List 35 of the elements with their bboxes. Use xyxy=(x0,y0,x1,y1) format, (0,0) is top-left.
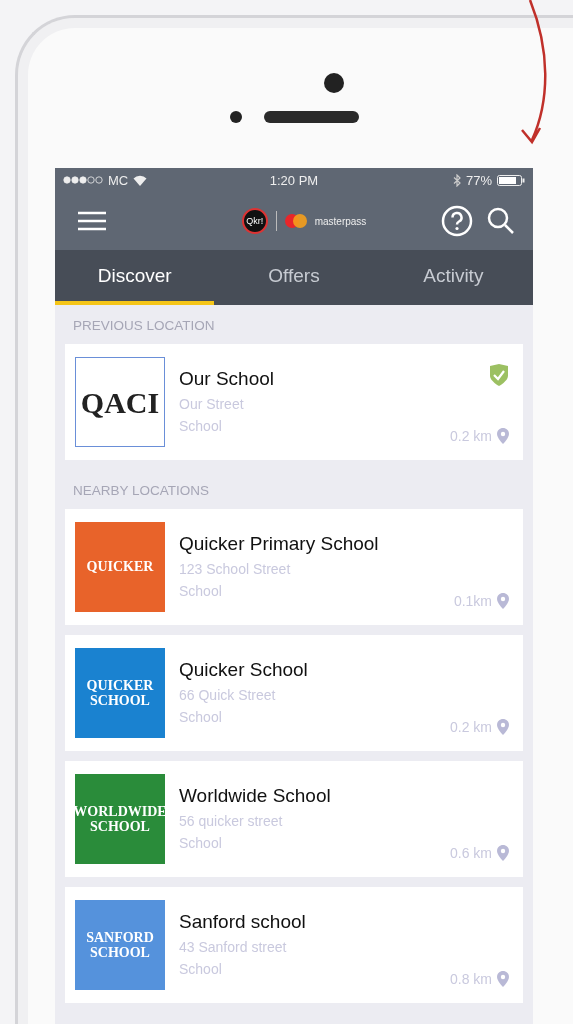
bluetooth-icon xyxy=(452,173,461,187)
clock-time: 1:20 PM xyxy=(269,172,319,188)
wifi-icon xyxy=(133,174,148,186)
location-name: Quicker School xyxy=(179,659,309,681)
location-pin-icon xyxy=(497,593,509,609)
school-logo: QUICKER xyxy=(75,522,165,612)
location-pin-icon xyxy=(497,971,509,987)
school-logo: QUICKER SCHOOL xyxy=(75,648,165,738)
location-pin-icon xyxy=(497,845,509,861)
camera-icon xyxy=(324,73,344,93)
battery-icon xyxy=(497,174,525,186)
location-name: Quicker Primary School xyxy=(179,533,380,555)
location-name: Worldwide School xyxy=(179,785,332,807)
partner-logo: masterpass xyxy=(314,215,367,227)
location-pin-icon xyxy=(497,428,509,444)
school-logo: WORLDWIDE SCHOOL xyxy=(75,774,165,864)
tab[interactable]: Activity xyxy=(373,250,533,305)
battery-percentage: 77% xyxy=(465,172,492,188)
carrier-name: MC xyxy=(108,172,129,188)
tab[interactable]: Offers xyxy=(214,250,374,305)
school-logo: SANFORD SCHOOL xyxy=(75,900,165,990)
section-heading: PREVIOUS LOCATION xyxy=(72,317,216,335)
search-icon[interactable] xyxy=(487,207,515,235)
section-heading: NEARBY LOCATIONS xyxy=(72,482,211,500)
app-logo: Qkr! xyxy=(241,208,268,234)
school-logo: QACI xyxy=(75,357,165,447)
tab[interactable]: Discover xyxy=(55,250,215,305)
sensor-icon xyxy=(229,111,242,123)
location-pin-icon xyxy=(497,719,509,735)
location-name: Sanford school xyxy=(179,911,307,933)
help-icon[interactable] xyxy=(441,205,473,237)
card-circles-icon xyxy=(284,214,307,228)
menu-icon[interactable] xyxy=(77,211,107,231)
signal-dots-icon xyxy=(63,176,103,184)
location-name: Our School xyxy=(179,368,276,390)
